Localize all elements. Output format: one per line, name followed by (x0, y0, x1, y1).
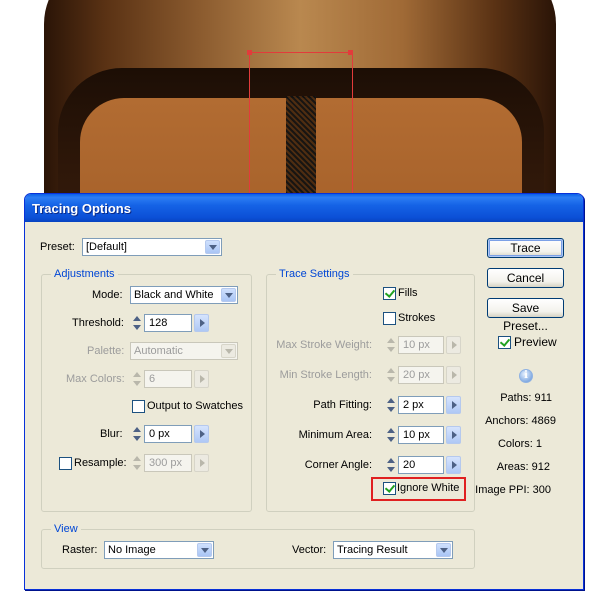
chevron-right-icon[interactable] (194, 370, 209, 388)
vector-value: Tracing Result (337, 544, 408, 556)
stepper-arrows-icon[interactable] (384, 426, 397, 444)
palette-value: Automatic (134, 345, 183, 357)
preset-value: [Default] (86, 241, 127, 253)
chevron-right-icon[interactable] (446, 396, 461, 414)
stepper-arrows-icon[interactable] (130, 370, 143, 388)
strokes-label: Strokes (398, 312, 436, 324)
save-preset-button[interactable]: Save Preset... (487, 298, 564, 333)
trace-settings-legend: Trace Settings (276, 268, 353, 280)
palette-label: Palette: (87, 345, 125, 357)
chevron-right-icon[interactable] (194, 425, 209, 443)
palette-dropdown[interactable]: Automatic (130, 342, 238, 360)
raster-value: No Image (108, 544, 156, 556)
adjustments-legend: Adjustments (51, 268, 118, 280)
corner-angle-label: Corner Angle: (304, 459, 372, 471)
minimum-area-field[interactable]: 10 px (398, 426, 444, 444)
preset-dropdown[interactable]: [Default] (82, 238, 222, 256)
max-colors-label: Max Colors: (66, 373, 125, 385)
resample-label: Resample: (74, 457, 127, 469)
fills-label: Fills (398, 287, 418, 299)
info-icon: i (519, 369, 533, 383)
stepper-arrows-icon[interactable] (130, 425, 143, 443)
mode-value: Black and White (134, 289, 214, 301)
threshold-field[interactable]: 128 (144, 314, 192, 332)
raster-label: Raster: (62, 544, 98, 556)
corner-angle-field[interactable]: 20 (398, 456, 444, 474)
fills-checkbox[interactable] (383, 287, 396, 300)
threshold-label: Threshold: (72, 317, 124, 329)
stepper-arrows-icon[interactable] (384, 366, 397, 384)
chevron-down-icon[interactable] (197, 543, 212, 557)
ignore-white-label: Ignore White (397, 482, 460, 494)
vector-label: Vector: (292, 544, 327, 556)
preview-label: Preview (514, 335, 557, 349)
stepper-arrows-icon[interactable] (384, 456, 397, 474)
tracing-options-dialog: Tracing Options Preset: [Default] Adjust… (24, 193, 584, 590)
max-stroke-weight-label: Max Stroke Weight: (276, 339, 372, 351)
max-colors-field[interactable]: 6 (144, 370, 192, 388)
mode-dropdown[interactable]: Black and White (130, 286, 238, 304)
dialog-body: Preset: [Default] Adjustments Mode: Blac… (28, 223, 580, 586)
blur-field[interactable]: 0 px (144, 425, 192, 443)
adjustments-group: Adjustments (41, 268, 252, 512)
minimum-area-label: Minimum Area: (298, 429, 372, 441)
max-stroke-weight-field[interactable]: 10 px (398, 336, 444, 354)
min-stroke-length-field[interactable]: 20 px (398, 366, 444, 384)
blur-label: Blur: (100, 428, 123, 440)
chevron-right-icon[interactable] (446, 336, 461, 354)
dialog-title-bar[interactable]: Tracing Options (25, 194, 583, 222)
colors-stat: Colors: 1 (497, 438, 542, 450)
path-fitting-label: Path Fitting: (313, 399, 372, 411)
stepper-arrows-icon[interactable] (384, 396, 397, 414)
ignore-white-checkbox[interactable] (383, 482, 396, 495)
chevron-down-icon[interactable] (221, 344, 236, 358)
resample-field[interactable]: 300 px (144, 454, 192, 472)
selection-handle-top-left[interactable] (247, 50, 252, 55)
preset-label: Preset: (40, 241, 75, 253)
chevron-right-icon[interactable] (194, 454, 209, 472)
paths-stat: Paths: 911 (500, 392, 552, 404)
chevron-down-icon[interactable] (221, 288, 236, 302)
dialog-title: Tracing Options (32, 201, 131, 216)
path-fitting-field[interactable]: 2 px (398, 396, 444, 414)
trace-button[interactable]: Trace (487, 238, 564, 258)
resample-checkbox[interactable] (59, 457, 72, 470)
image-ppi-stat: Image PPI: 300 (475, 484, 551, 496)
cancel-button[interactable]: Cancel (487, 268, 564, 288)
chevron-down-icon[interactable] (436, 543, 451, 557)
output-to-swatches-label: Output to Swatches (147, 400, 243, 412)
chevron-right-icon[interactable] (446, 456, 461, 474)
preview-checkbox[interactable] (498, 336, 511, 349)
stepper-arrows-icon[interactable] (130, 454, 143, 472)
chevron-right-icon[interactable] (446, 366, 461, 384)
selection-handle-top-right[interactable] (348, 50, 353, 55)
view-legend: View (51, 523, 81, 535)
min-stroke-length-label: Min Stroke Length: (279, 369, 372, 381)
anchors-stat: Anchors: 4869 (485, 415, 556, 427)
areas-stat: Areas: 912 (496, 461, 550, 473)
mode-label: Mode: (92, 289, 123, 301)
strokes-checkbox[interactable] (383, 312, 396, 325)
stepper-arrows-icon[interactable] (130, 314, 143, 332)
chevron-down-icon[interactable] (205, 240, 220, 254)
vector-dropdown[interactable]: Tracing Result (333, 541, 453, 559)
stepper-arrows-icon[interactable] (384, 336, 397, 354)
raster-dropdown[interactable]: No Image (104, 541, 214, 559)
output-to-swatches-checkbox[interactable] (132, 400, 145, 413)
chevron-right-icon[interactable] (194, 314, 209, 332)
